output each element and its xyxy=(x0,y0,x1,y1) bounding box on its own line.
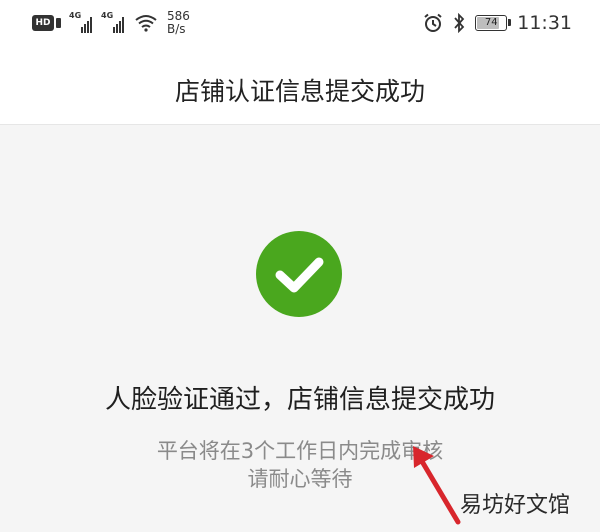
wifi-icon xyxy=(135,15,157,32)
result-title: 人脸验证通过，店铺信息提交成功 xyxy=(104,385,495,415)
battery-tip xyxy=(508,19,512,26)
page-title: 店铺认证信息提交成功 xyxy=(174,77,425,106)
network-type-label: 4G xyxy=(69,11,82,20)
status-right: 74 11:31 xyxy=(423,12,572,34)
result-description: 平台将在3个工作日内完成审核 请耐心等待 xyxy=(0,437,600,493)
signal-icon-2: 4G xyxy=(101,11,129,33)
alarm-icon xyxy=(424,13,442,32)
hd-icon: HD xyxy=(32,15,54,31)
nav-bar: 店铺认证信息提交成功 xyxy=(0,52,600,125)
speed-unit: B/s xyxy=(167,22,186,36)
result-content: 人脸验证通过，店铺信息提交成功 平台将在3个工作日内完成审核 请耐心等待 易坊好… xyxy=(0,125,600,532)
clock: 11:31 xyxy=(517,12,572,34)
network-speed: 586 B/s xyxy=(167,10,190,36)
status-left: HD 4G 4G 586 B/s xyxy=(32,10,190,36)
battery-level: 74 xyxy=(484,17,498,28)
check-circle-icon xyxy=(256,231,342,317)
network-type-label-2: 4G xyxy=(101,11,114,20)
checkmark-icon xyxy=(275,257,324,293)
battery-icon: 74 xyxy=(475,15,512,31)
description-line-1: 平台将在3个工作日内完成审核 xyxy=(156,439,444,463)
hd-sub-icon xyxy=(56,18,61,28)
signal-icon: 4G xyxy=(69,11,97,33)
bluetooth-icon xyxy=(454,13,465,33)
status-bar: HD 4G 4G 586 B/s 74 11:31 xyxy=(0,0,600,52)
watermark: 易坊好文馆 xyxy=(459,493,570,518)
